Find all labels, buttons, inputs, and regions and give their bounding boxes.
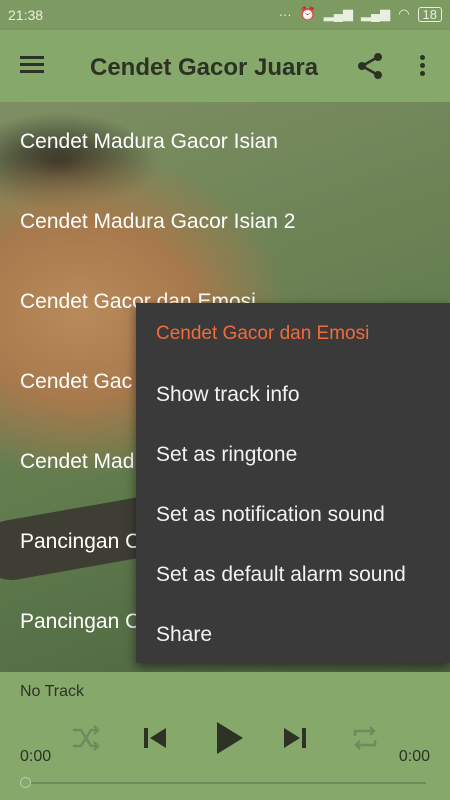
next-track-icon[interactable] [277,720,313,756]
track-label: Pancingan C [20,530,141,553]
now-playing-label: No Track [20,683,85,700]
menu-item-label: Show track info [156,383,300,406]
app-title: Cendet Gacor Juara [90,54,319,81]
track-label: Pancingan C [20,610,141,633]
menu-item-label: Set as ringtone [156,443,298,466]
track-label: Cendet Madura Gacor Isian 2 [20,210,296,233]
menu-item-show-track-info[interactable]: Show track info [136,364,450,424]
menu-item-label: Set as default alarm sound [156,563,406,586]
player-bar: No Track 0:00 0:00 [0,672,450,800]
battery-icon: 18 [417,6,442,22]
play-icon[interactable] [207,718,247,758]
dots-icon: ··· [278,6,292,22]
context-menu-title: Cendet Gacor dan Emosi [156,323,370,344]
menu-item-set-alarm-sound[interactable]: Set as default alarm sound [136,544,450,604]
menu-item-share[interactable]: Share [136,604,450,664]
menu-item-label: Share [156,623,213,646]
track-item[interactable]: Cendet Madura Gacor Isian [0,102,450,182]
seek-thumb[interactable] [20,777,31,788]
shuffle-icon[interactable] [67,720,103,756]
track-item[interactable]: Cendet Madura Gacor Isian 2 [0,182,450,262]
elapsed-time: 0:00 [20,748,52,765]
wifi-icon: ◠ [398,6,410,21]
track-label: Cendet Mad [20,450,135,473]
status-bar: 21:38 ··· ⏰ ▂▄▆ ▂▄▆ ◠ 18 [0,0,450,30]
more-options-icon[interactable] [412,52,432,80]
context-menu: Cendet Gacor dan Emosi Show track info S… [136,303,450,663]
signal-2-icon: ▂▄▆ [360,6,391,21]
seek-bar[interactable] [24,782,426,784]
track-label: Cendet Gac [20,370,133,393]
app-bar: Cendet Gacor Juara [0,30,450,102]
menu-item-label: Set as notification sound [156,503,385,526]
duration-time: 0:00 [398,748,430,765]
hamburger-menu-icon[interactable] [20,52,50,80]
share-icon[interactable] [354,50,386,82]
repeat-icon[interactable] [347,720,383,756]
signal-icon: ▂▄▆ [323,6,353,21]
status-icons: ··· ⏰ ▂▄▆ ▂▄▆ ◠ 18 [279,6,442,22]
alarm-icon: ⏰ [299,6,316,21]
menu-item-set-ringtone[interactable]: Set as ringtone [136,424,450,484]
status-time: 21:38 [8,7,44,23]
track-label: Cendet Madura Gacor Isian [20,130,278,153]
previous-track-icon[interactable] [137,720,173,756]
menu-item-set-notification-sound[interactable]: Set as notification sound [136,484,450,544]
